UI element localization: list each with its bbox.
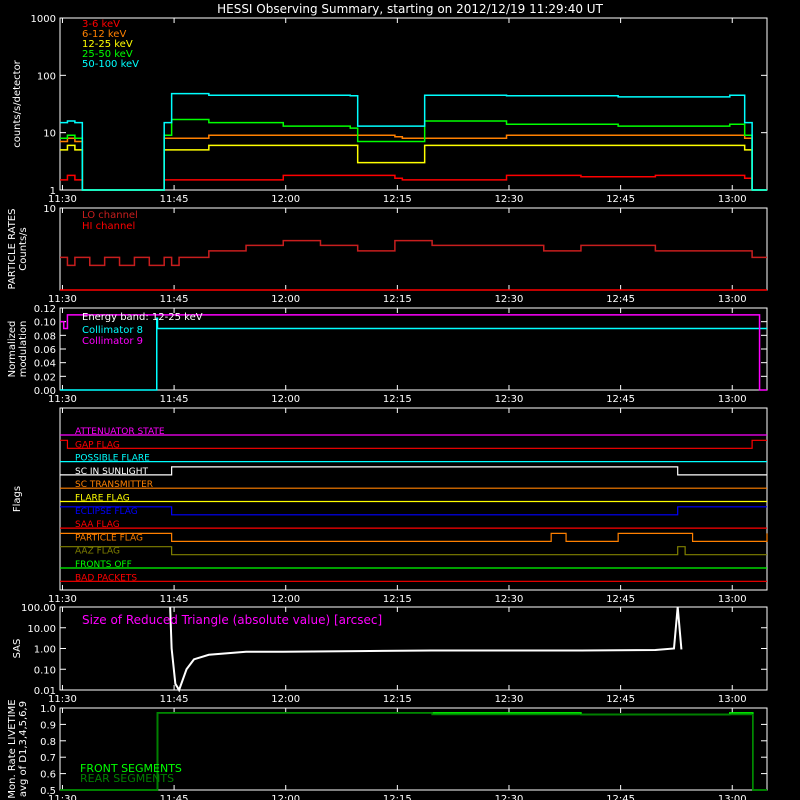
y-tick-label: 100.00 (21, 603, 56, 614)
legend-entry: Collimator 9 (82, 336, 143, 347)
flag-line (60, 546, 767, 556)
time-tick-label: 13:00 (718, 194, 747, 205)
plots-layer: 11:30 11:45 12:00 12:15 12:30 12:45 13:0011010… (7, 14, 768, 800)
time-tick-label: 11:45 (160, 294, 189, 305)
figure-title: HESSI Observing Summary, starting on 201… (217, 2, 603, 16)
y-tick-label: 10 (43, 129, 56, 140)
y-tick-label: 0.5 (40, 786, 56, 797)
y-tick-label: 1.0 (40, 704, 56, 715)
y-tick-label: 0.10 (34, 665, 56, 676)
time-tick-label: 12:00 (271, 294, 300, 305)
y-tick-label: 10 (43, 204, 56, 215)
time-tick-label: 12:45 (606, 794, 635, 800)
y-tick-label: 0.08 (34, 331, 56, 342)
energy-band-label: Energy band: 12-25 keV (82, 312, 203, 323)
y-tick-label: 0.00 (34, 386, 56, 397)
flag-line (60, 466, 767, 476)
time-tick-label: 13:00 (718, 794, 747, 800)
y-axis-label: PARTICLE RATES (7, 209, 18, 290)
time-tick-label: 12:45 (606, 594, 635, 605)
series-3-6-keV (60, 174, 767, 191)
y-tick-label: 1.00 (34, 645, 56, 656)
time-tick-label: 12:30 (495, 694, 524, 705)
flag-label: PARTICLE FLAG (75, 533, 143, 543)
y-axis-label: modulation (18, 321, 29, 378)
time-tick-label: 13:00 (718, 594, 747, 605)
y-tick-label: 0.12 (34, 304, 56, 315)
y-tick-label: 0.01 (34, 686, 56, 697)
time-tick-label: 12:00 (271, 694, 300, 705)
y-axis-label: Counts/s (18, 227, 29, 271)
y-axis-label: counts/s/detector (12, 59, 23, 147)
flag-label: ECLIPSE FLAG (75, 507, 138, 517)
flag-line (60, 506, 767, 516)
y-axis-label: avg of D1,3,4,5,6,9 (18, 701, 29, 797)
time-tick-label: 12:15 (383, 694, 412, 705)
time-tick-label: 12:30 (495, 294, 524, 305)
time-tick-label: 11:45 (160, 394, 189, 405)
time-tick-label: 12:45 (606, 694, 635, 705)
time-tick-label: 12:15 (383, 594, 412, 605)
time-tick-label: 12:15 (383, 794, 412, 800)
y-tick-label: 0.9 (40, 720, 56, 731)
y-tick-label: 1 (50, 186, 56, 197)
plot-frame-2 (59, 207, 768, 291)
legend-entry: REAR SEGMENTS (80, 772, 174, 785)
time-tick-label: 12:30 (495, 394, 524, 405)
flag-line (60, 439, 767, 449)
time-tick-label: 13:00 (718, 294, 747, 305)
flag-label: AAZ FLAG (75, 547, 120, 557)
time-tick-label: 12:15 (383, 194, 412, 205)
y-tick-label: 1000 (31, 14, 56, 25)
y-tick-label: 0.7 (40, 753, 56, 764)
y-axis-label: Flags (12, 486, 23, 512)
y-tick-label: 0.04 (34, 359, 56, 370)
hessi-summary-figure: HESSI Observing Summary, starting on 201… (7, 2, 768, 800)
time-tick-label: 12:00 (271, 394, 300, 405)
flag-line (60, 532, 768, 543)
y-axis-label: Mon. Rate LIVETIME (7, 699, 18, 798)
legend-entry: HI channel (82, 221, 135, 232)
sas-label: Size of Reduced Triangle (absolute value… (82, 613, 382, 627)
y-tick-label: 0.8 (40, 737, 56, 748)
time-tick-label: 12:00 (271, 194, 300, 205)
series-LO-channel (60, 239, 767, 267)
time-tick-label: 12:15 (383, 294, 412, 305)
time-tick-label: 12:45 (606, 194, 635, 205)
y-tick-label: 100 (37, 71, 56, 82)
y-tick-label: 0.6 (40, 770, 56, 781)
legend-entry: LO channel (82, 210, 138, 221)
y-axis-label: Normalized (7, 321, 18, 378)
time-tick-label: 11:45 (160, 194, 189, 205)
time-tick-label: 11:45 (160, 794, 189, 800)
y-tick-label: 0.06 (34, 345, 56, 356)
time-tick-label: 12:30 (495, 594, 524, 605)
series-Collimator-9 (60, 314, 767, 391)
time-tick-label: 12:00 (271, 594, 300, 605)
time-tick-label: 12:30 (495, 794, 524, 800)
y-tick-label: 10.00 (27, 624, 56, 635)
series-12-25-keV (60, 144, 767, 191)
time-tick-label: 12:00 (271, 794, 300, 800)
series-Collimator-8 (60, 317, 767, 391)
time-tick-label: 11:45 (160, 594, 189, 605)
time-tick-label: 12:45 (606, 294, 635, 305)
y-tick-label: 0.02 (34, 372, 56, 383)
legend-entry: 50-100 keV (82, 59, 139, 70)
time-tick-label: 12:45 (606, 394, 635, 405)
y-axis-label: SAS (12, 639, 23, 659)
legend-entry: Collimator 8 (82, 325, 143, 336)
time-tick-label: 11:45 (160, 694, 189, 705)
y-tick-label: 0.10 (34, 318, 56, 329)
time-tick-label: 13:00 (718, 394, 747, 405)
plot-frame-1 (59, 17, 768, 191)
time-tick-label: 12:15 (383, 394, 412, 405)
time-tick-label: 13:00 (718, 694, 747, 705)
time-tick-label: 12:30 (495, 194, 524, 205)
